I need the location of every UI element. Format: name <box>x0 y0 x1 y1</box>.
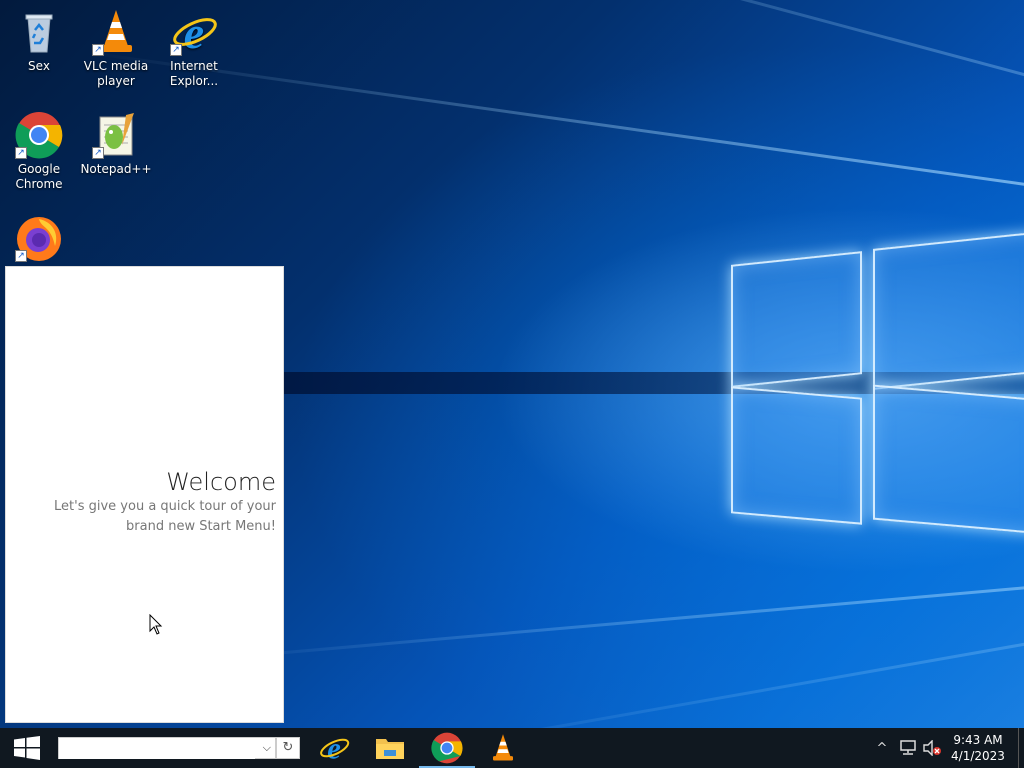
taskbar-pin-internet-explorer[interactable]: e <box>306 728 362 768</box>
chrome-icon: ↗ <box>15 111 63 159</box>
windows-logo-pane <box>731 386 862 525</box>
windows-logo-pane <box>873 384 1024 535</box>
welcome-title: Welcome <box>166 468 276 496</box>
start-menu-welcome-panel: Welcome Let's give you a quick tour of y… <box>5 266 284 723</box>
desktop-icon-label: Notepad++ <box>80 162 152 176</box>
shortcut-arrow-icon: ↗ <box>92 147 104 159</box>
desktop-icon-label: VLC media player <box>83 59 149 88</box>
desktop-icon-internet-explorer[interactable]: e ↗ Internet Explor... <box>157 7 231 89</box>
taskbar-pin-file-explorer[interactable] <box>362 728 418 768</box>
chevron-up-icon: ^ <box>876 740 888 756</box>
wallpaper-light-beam <box>310 640 1024 728</box>
welcome-subtitle: Let's give you a quick tour of your bran… <box>54 499 276 534</box>
windows-logo-icon <box>14 736 40 760</box>
wallpaper-light-beam <box>183 585 1024 663</box>
windows-logo-pane <box>873 231 1024 390</box>
network-tray-button[interactable] <box>896 728 920 768</box>
recycle-bin-icon <box>15 8 63 56</box>
desktop-icon-firefox[interactable]: ↗ <box>2 214 76 265</box>
svg-text:e: e <box>327 732 341 764</box>
clock-time: 9:43 AM <box>953 733 1003 747</box>
taskbar-pin-vlc[interactable] <box>475 728 531 768</box>
show-desktop-button[interactable] <box>1018 728 1024 768</box>
clock-date: 4/1/2023 <box>951 749 1005 763</box>
vlc-cone-icon <box>493 734 513 761</box>
wallpaper-light-beam <box>276 0 1024 83</box>
start-button[interactable] <box>0 728 54 768</box>
folder-icon <box>376 739 404 759</box>
desktop-icon-label: Internet Explor... <box>169 59 219 88</box>
desktop-icon-google-chrome[interactable]: ↗ Google Chrome <box>2 111 76 192</box>
show-hidden-icons-button[interactable]: ^ <box>870 728 894 768</box>
mouse-pointer-icon <box>149 613 163 640</box>
taskbar: ⌵ ↻ e ^ 9:43 AM 4/1/2023 <box>0 728 1024 768</box>
desktop-icon-notepadpp[interactable]: ↗ Notepad++ <box>79 111 153 177</box>
volume-tray-button[interactable] <box>920 728 944 768</box>
search-input[interactable] <box>59 739 255 759</box>
shortcut-arrow-icon: ↗ <box>15 250 27 262</box>
chevron-down-icon[interactable]: ⌵ <box>263 741 271 755</box>
vlc-cone-icon: ↗ <box>92 8 140 56</box>
volume-muted-icon <box>923 740 941 756</box>
firefox-icon: ↗ <box>15 214 63 262</box>
network-icon <box>900 740 916 755</box>
shortcut-arrow-icon: ↗ <box>170 44 182 56</box>
shortcut-arrow-icon: ↗ <box>92 44 104 56</box>
taskbar-pin-google-chrome[interactable] <box>419 728 475 768</box>
shortcut-arrow-icon: ↗ <box>15 147 27 159</box>
internet-explorer-icon: e <box>320 732 350 764</box>
windows-logo-pane <box>731 251 862 388</box>
desktop-icon-label: Google Chrome <box>15 162 63 191</box>
taskbar-search-box[interactable]: ⌵ <box>58 737 276 759</box>
desktop-icon-vlc[interactable]: ↗ VLC media player <box>79 8 153 89</box>
desktop-icon-label: Sex <box>28 59 50 73</box>
internet-explorer-icon: e ↗ <box>170 7 218 58</box>
desktop-icon-recycle-bin[interactable]: Sex <box>2 8 76 74</box>
svg-text:e: e <box>184 8 204 56</box>
notepadpp-icon: ↗ <box>92 111 140 159</box>
taskbar-clock[interactable]: 9:43 AM 4/1/2023 <box>946 732 1010 764</box>
chrome-icon <box>431 732 463 764</box>
refresh-button[interactable]: ↻ <box>276 737 300 759</box>
